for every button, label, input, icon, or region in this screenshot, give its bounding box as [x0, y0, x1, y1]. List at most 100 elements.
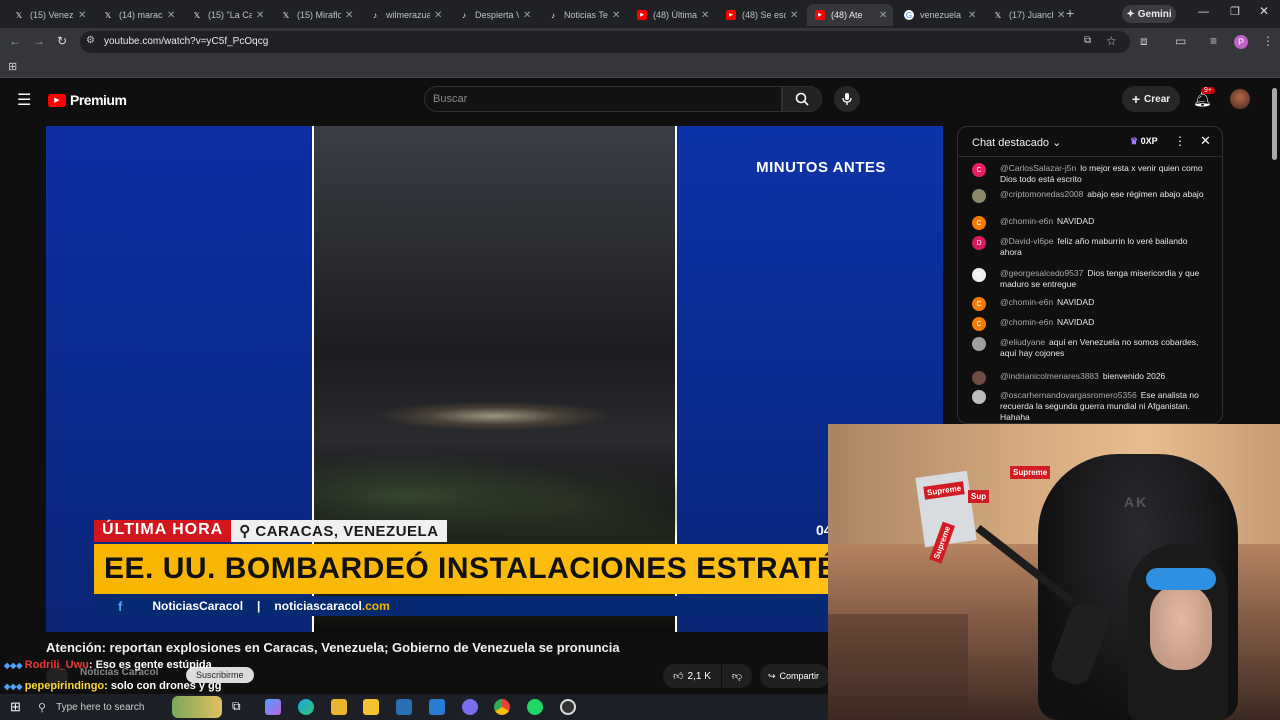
search-input[interactable]: Buscar [424, 86, 782, 112]
tab-8[interactable]: ▶ (48) Se esc ✕ [718, 4, 804, 26]
chat-author-name[interactable]: @oscarhernandovargasromero5356 [1000, 390, 1137, 400]
tab-5[interactable]: ♪ Despierta V ✕ [451, 4, 537, 26]
install-icon[interactable]: ⧉ [1084, 35, 1091, 46]
tab-label: Despierta V [475, 10, 519, 20]
search-button[interactable] [782, 86, 822, 112]
tab-7[interactable]: ▶ (48) Última ✕ [629, 4, 715, 26]
scrollbar-thumb[interactable] [1272, 88, 1277, 160]
site-info-icon[interactable]: ⚙ [86, 35, 95, 46]
x-logo-icon: 𝕏 [15, 10, 23, 20]
tab-close-icon[interactable]: ✕ [434, 10, 442, 21]
chrome-icon[interactable] [494, 699, 510, 715]
discord-icon[interactable] [462, 699, 478, 715]
restore-button[interactable]: ❐ [1230, 5, 1240, 18]
reload-icon[interactable]: ↻ [57, 34, 67, 48]
tab-close-icon[interactable]: ✕ [1057, 10, 1065, 21]
tab-3[interactable]: 𝕏 (15) Miraflo ✕ [273, 4, 359, 26]
spotify-icon[interactable] [527, 699, 543, 715]
bookmark-star-icon[interactable]: ☆ [1106, 34, 1117, 48]
tab-6[interactable]: ♪ Noticias Tel ✕ [540, 4, 626, 26]
file-explorer-icon[interactable] [331, 699, 347, 715]
tab-11[interactable]: 𝕏 (17) Juanch ✕ [985, 4, 1071, 26]
chat-author-name[interactable]: @eliudyane [1000, 337, 1045, 347]
extensions-icon[interactable]: ⧈ [1140, 34, 1148, 49]
chat-author-name[interactable]: @David-vl6pe [1000, 236, 1054, 246]
tab-close-icon[interactable]: ✕ [167, 10, 175, 21]
tab-10[interactable]: Gvenezuela ✕ [896, 4, 982, 26]
user-avatar[interactable] [1230, 89, 1250, 109]
streamer-face [1150, 584, 1212, 670]
hamburger-menu-icon[interactable]: ☰ [17, 90, 31, 110]
notifications-button[interactable]: 🔔︎ 9+ [1193, 87, 1215, 109]
chat-author-name[interactable]: @chomin-e6n [1000, 297, 1053, 307]
windows-start-icon[interactable]: ⊞ [10, 699, 21, 715]
minimize-button[interactable]: — [1198, 6, 1209, 18]
chat-message-text: NAVIDAD [1057, 297, 1095, 307]
obs-icon[interactable] [560, 699, 576, 715]
back-icon[interactable]: ← [9, 34, 21, 48]
sidepanel-icon[interactable]: ▭ [1175, 34, 1186, 48]
tab-4[interactable]: ♪ wilmerazua ✕ [362, 4, 448, 26]
media-control-icon[interactable]: ≡ [1210, 34, 1217, 48]
video-player[interactable]: MINUTOS ANTES ÚLTIMA HORA ⚲ CARACAS, VEN… [46, 126, 943, 632]
chat-author-avatar[interactable]: D [972, 236, 986, 250]
store-icon[interactable] [363, 699, 379, 715]
chat-author-avatar[interactable]: C [972, 163, 986, 177]
tab-close-icon[interactable]: ✕ [612, 10, 620, 21]
youtube-logo[interactable]: ▶ Premium [48, 92, 127, 108]
tab-0[interactable]: 𝕏 (15) Venez ✕ [6, 4, 92, 26]
tab-close-icon[interactable]: ✕ [879, 10, 887, 21]
tab-close-icon[interactable]: ✕ [968, 10, 976, 21]
headline-banner: EE. UU. BOMBARDEÓ INSTALACIONES ESTRATÉG… [94, 544, 943, 594]
breaking-row: ÚLTIMA HORA ⚲ CARACAS, VENEZUELA [94, 520, 447, 542]
points-badge[interactable]: ♛ 0XP [1130, 136, 1158, 147]
chat-author-avatar[interactable]: G [972, 268, 986, 282]
dislike-button[interactable]: 👎︎ [722, 664, 752, 688]
tab-9[interactable]: ▶ (48) Ate ✕ [807, 4, 893, 26]
chat-author-avatar[interactable] [972, 189, 986, 203]
chat-author-avatar[interactable]: C [972, 216, 986, 230]
apps-grid-icon[interactable]: ⊞ [8, 60, 17, 73]
voice-search-button[interactable] [834, 86, 860, 112]
tab-close-icon[interactable]: ✕ [256, 10, 264, 21]
tab-close-icon[interactable]: ✕ [790, 10, 798, 21]
ultima-hora-badge: ÚLTIMA HORA [94, 520, 232, 542]
chat-close-icon[interactable]: ✕ [1200, 133, 1211, 149]
chat-author-name[interactable]: @chomin-e6n [1000, 216, 1053, 226]
edge-icon[interactable] [298, 699, 314, 715]
chat-author-name[interactable]: @georgesalcedo9537 [1000, 268, 1083, 278]
chat-author-name[interactable]: @criptomonedas2008 [1000, 189, 1083, 199]
chat-author-name[interactable]: @chomin-e6n [1000, 317, 1053, 327]
share-button[interactable]: ↪ Compartir [760, 664, 830, 688]
like-button[interactable]: 👍︎ 2,1 K [663, 664, 721, 688]
close-window-button[interactable]: ✕ [1259, 4, 1269, 18]
gemini-button[interactable]: ✦ Gemini [1122, 5, 1176, 23]
search-highlight-icon[interactable] [172, 696, 222, 718]
chat-author-avatar[interactable]: C [972, 297, 986, 311]
omnibox[interactable]: ⚙ youtube.com/watch?v=yC5f_PcOqcg ⧉ ☆ [80, 31, 1130, 53]
chat-author-name[interactable]: @indrianicolmenares3883 [1000, 371, 1099, 381]
forward-icon[interactable]: → [33, 34, 45, 48]
new-tab-button[interactable]: + [1066, 5, 1074, 21]
tab-2[interactable]: 𝕏 (15) "La Ca ✕ [184, 4, 270, 26]
tab-close-icon[interactable]: ✕ [523, 10, 531, 21]
task-view-icon[interactable]: ⧉ [232, 699, 248, 715]
chat-author-avatar[interactable] [972, 337, 986, 351]
chat-author-name[interactable]: @CarlosSalazar-j5n [1000, 163, 1076, 173]
tab-label: (15) Venez [30, 10, 74, 20]
profile-avatar[interactable]: P [1234, 35, 1248, 49]
steam-icon[interactable] [396, 699, 412, 715]
tab-close-icon[interactable]: ✕ [78, 10, 86, 21]
chat-menu-icon[interactable]: ⋮ [1174, 134, 1186, 148]
create-button[interactable]: + Crear [1122, 86, 1180, 112]
chat-mode-selector[interactable]: Chat destacado ⌄ [972, 136, 1061, 149]
tab-1[interactable]: 𝕏 (14) maraca ✕ [95, 4, 181, 26]
chat-author-avatar[interactable] [972, 371, 986, 385]
mail-icon[interactable] [429, 699, 445, 715]
menu-kebab-icon[interactable]: ⋮ [1262, 34, 1274, 48]
chat-author-avatar[interactable]: C [972, 317, 986, 331]
copilot-icon[interactable] [265, 699, 281, 715]
tab-close-icon[interactable]: ✕ [701, 10, 709, 21]
chat-author-avatar[interactable] [972, 390, 986, 404]
tab-close-icon[interactable]: ✕ [345, 10, 353, 21]
